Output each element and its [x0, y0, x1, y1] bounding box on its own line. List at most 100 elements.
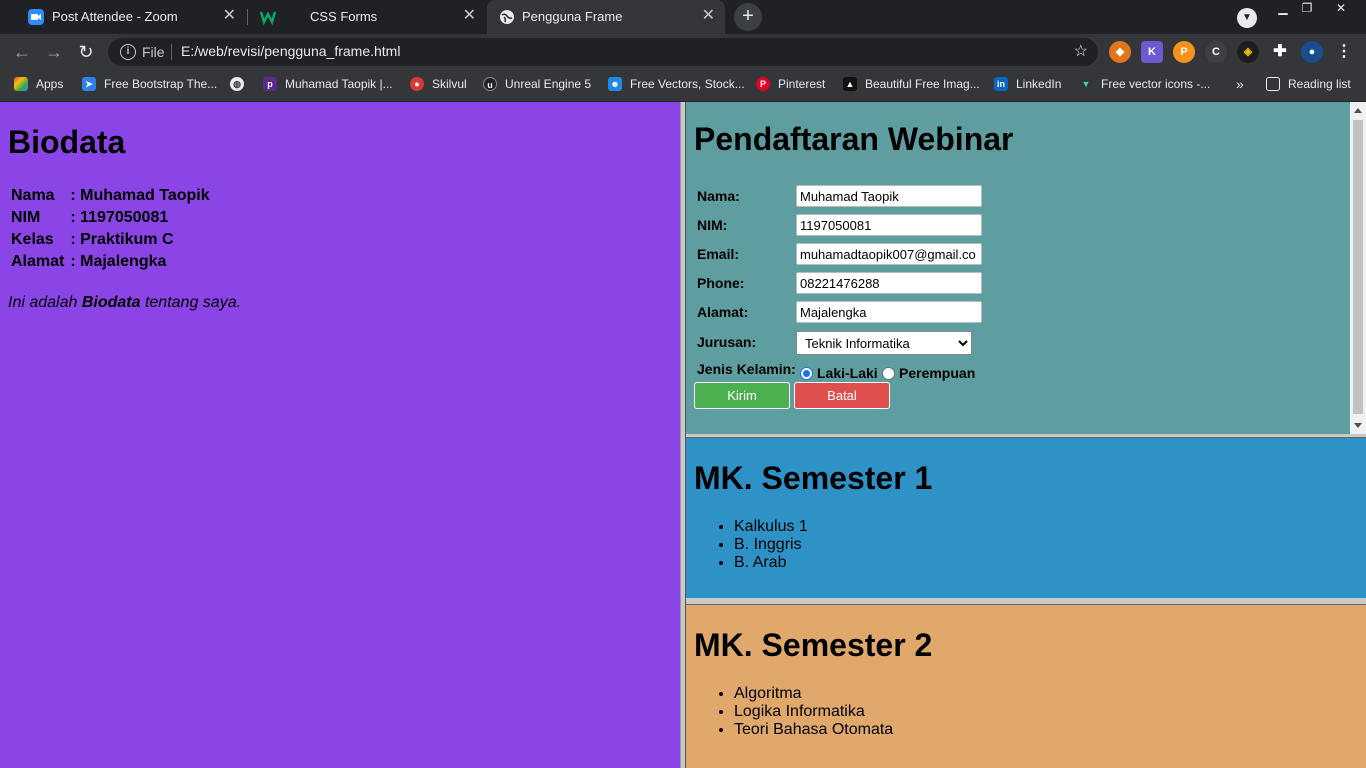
tab-search-icon[interactable]: ▼	[1237, 8, 1257, 28]
skilvul-icon: ●	[410, 77, 424, 91]
bookmark-linkedin[interactable]: in LinkedIn	[994, 70, 1061, 98]
scroll-down-icon[interactable]	[1354, 423, 1362, 428]
radio-label: Laki-Laki	[817, 365, 878, 381]
tab-css-forms[interactable]: CSS Forms ✕	[248, 0, 486, 34]
biodata-table: Nama : Muhamad Taopik NIM: 1197050081 Kel…	[8, 184, 215, 274]
field-row: Jurusan:	[697, 331, 756, 353]
unreal-icon: u	[483, 77, 497, 91]
bookmark-apps[interactable]: Apps	[14, 70, 63, 98]
tab-title: Post Attendee - Zoom	[52, 9, 178, 24]
list-item: Logika Informatika	[734, 703, 893, 721]
radio-checked-icon[interactable]	[800, 366, 813, 380]
jurusan-select[interactable]: Teknik Informatika	[796, 331, 972, 355]
alamat-field[interactable]	[796, 301, 982, 323]
tab-zoom[interactable]: Post Attendee - Zoom ✕	[8, 0, 246, 34]
tab-pengguna-frame[interactable]: Pengguna Frame ✕	[487, 0, 725, 34]
bio-label: Nama	[11, 187, 55, 204]
webinar-form-frame: Pendaftaran Webinar Nama: NIM: Email: Ph…	[686, 102, 1350, 434]
address-bar[interactable]: i File E:/web/revisi/pengguna_frame.html…	[108, 38, 1098, 66]
radio-unchecked-icon[interactable]	[882, 366, 895, 380]
bookmark-globe[interactable]: ◍	[230, 70, 252, 98]
bio-label: NIM	[11, 209, 41, 226]
k-icon[interactable]: K	[1141, 41, 1163, 63]
email-field[interactable]	[796, 243, 982, 265]
note-bold: Biodata	[81, 294, 141, 311]
field-row: NIM:	[697, 214, 727, 236]
coin-icon[interactable]: P	[1173, 41, 1195, 63]
scrollbar[interactable]	[1350, 102, 1366, 434]
bookmark-pinterest[interactable]: P Pinterest	[756, 70, 825, 98]
list-item: B. Arab	[734, 554, 808, 572]
bookmark-bootstrap[interactable]: ➤ Free Bootstrap The...	[82, 70, 217, 98]
metamask-icon[interactable]: ◆	[1109, 41, 1131, 63]
field-row: Alamat:	[697, 301, 748, 323]
form-title: Pendaftaran Webinar	[694, 121, 1014, 157]
table-row: Kelas : Praktikum C	[10, 230, 213, 250]
bookmark-unreal[interactable]: u Unreal Engine 5	[483, 70, 591, 98]
scheme-label: File	[142, 44, 165, 60]
tab-strip: Post Attendee - Zoom ✕ CSS Forms ✕ Pengg…	[0, 0, 1366, 34]
field-label: Phone:	[697, 275, 745, 291]
nim-field[interactable]	[796, 214, 982, 236]
close-tab-icon[interactable]: ✕	[223, 7, 236, 25]
url-text[interactable]: E:/web/revisi/pengguna_frame.html	[181, 43, 400, 59]
more-bookmarks-icon[interactable]: »	[1236, 70, 1244, 98]
minimize-icon[interactable]: ▁	[1270, 0, 1296, 18]
close-window-icon[interactable]: ✕	[1328, 0, 1354, 18]
restore-icon[interactable]: ❐	[1294, 0, 1320, 18]
forward-icon[interactable]: →	[42, 40, 66, 64]
right-frames: Pendaftaran Webinar Nama: NIM: Email: Ph…	[686, 102, 1366, 768]
bio-value: : Muhamad Taopik	[70, 187, 210, 204]
bookmark-taopik[interactable]: p Muhamad Taopik |...	[263, 70, 393, 98]
field-label: Email:	[697, 246, 740, 262]
bookmark-images[interactable]: ▲ Beautiful Free Imag...	[843, 70, 980, 98]
reading-list-icon	[1266, 77, 1280, 91]
radio-label: Perempuan	[899, 365, 976, 381]
list-item: Kalkulus 1	[734, 518, 808, 536]
close-tab-icon[interactable]: ✕	[702, 7, 715, 25]
binance-icon[interactable]: ◈	[1237, 41, 1259, 63]
radio-laki-laki[interactable]: Laki-Laki	[800, 365, 878, 381]
reload-icon[interactable]: ↻	[74, 40, 98, 64]
submit-button[interactable]: Kirim	[694, 382, 790, 409]
bookmark-vector-icons[interactable]: ▼ Free vector icons -...	[1079, 70, 1211, 98]
phone-field[interactable]	[796, 272, 982, 294]
back-icon[interactable]: ←	[10, 40, 34, 64]
apps-grid-icon	[14, 77, 28, 91]
bookmark-star-icon[interactable]: ☆	[1074, 41, 1088, 61]
bio-label: Kelas	[11, 231, 54, 248]
bookmark-vectors[interactable]: ☻ Free Vectors, Stock...	[608, 70, 745, 98]
cancel-button[interactable]: Batal	[794, 382, 890, 409]
jurusan-label: Jurusan:	[697, 334, 757, 350]
tab-title: CSS Forms	[310, 9, 378, 24]
bookmark-skilvul[interactable]: ● Skilvul	[410, 70, 467, 98]
bio-value: : Praktikum C	[70, 231, 174, 248]
puzzle-icon[interactable]: ✚	[1269, 41, 1291, 63]
semester1-title: MK. Semester 1	[694, 460, 933, 496]
menu-icon[interactable]: ⋮	[1333, 41, 1355, 63]
table-row: NIM: 1197050081	[10, 208, 213, 228]
images-icon: ▲	[843, 77, 857, 91]
radio-perempuan[interactable]: Perempuan	[882, 365, 975, 381]
name-field[interactable]	[796, 185, 982, 207]
field-row: Nama:	[697, 185, 740, 207]
c-icon[interactable]: C	[1205, 41, 1227, 63]
field-label: Nama:	[697, 188, 740, 204]
field-row: Jenis Kelamin:	[697, 358, 796, 380]
profile-icon[interactable]: ●	[1301, 41, 1323, 63]
new-tab-button[interactable]: +	[734, 3, 762, 31]
field-label: Alamat:	[697, 304, 749, 320]
linkedin-icon: in	[994, 77, 1008, 91]
portfolio-icon: p	[263, 77, 277, 91]
list-item: Teori Bahasa Otomata	[734, 721, 893, 739]
bio-value: : Majalengka	[70, 253, 167, 270]
close-tab-icon[interactable]: ✕	[463, 7, 476, 25]
zoom-icon	[28, 9, 44, 25]
gender-label: Jenis Kelamin:	[697, 361, 796, 377]
scroll-thumb[interactable]	[1353, 120, 1363, 414]
reading-list-button[interactable]: Reading list	[1266, 70, 1351, 98]
scroll-up-icon[interactable]	[1354, 108, 1362, 113]
globe-icon	[499, 9, 515, 25]
info-icon[interactable]: i	[120, 44, 136, 60]
list-item: B. Inggris	[734, 536, 808, 554]
